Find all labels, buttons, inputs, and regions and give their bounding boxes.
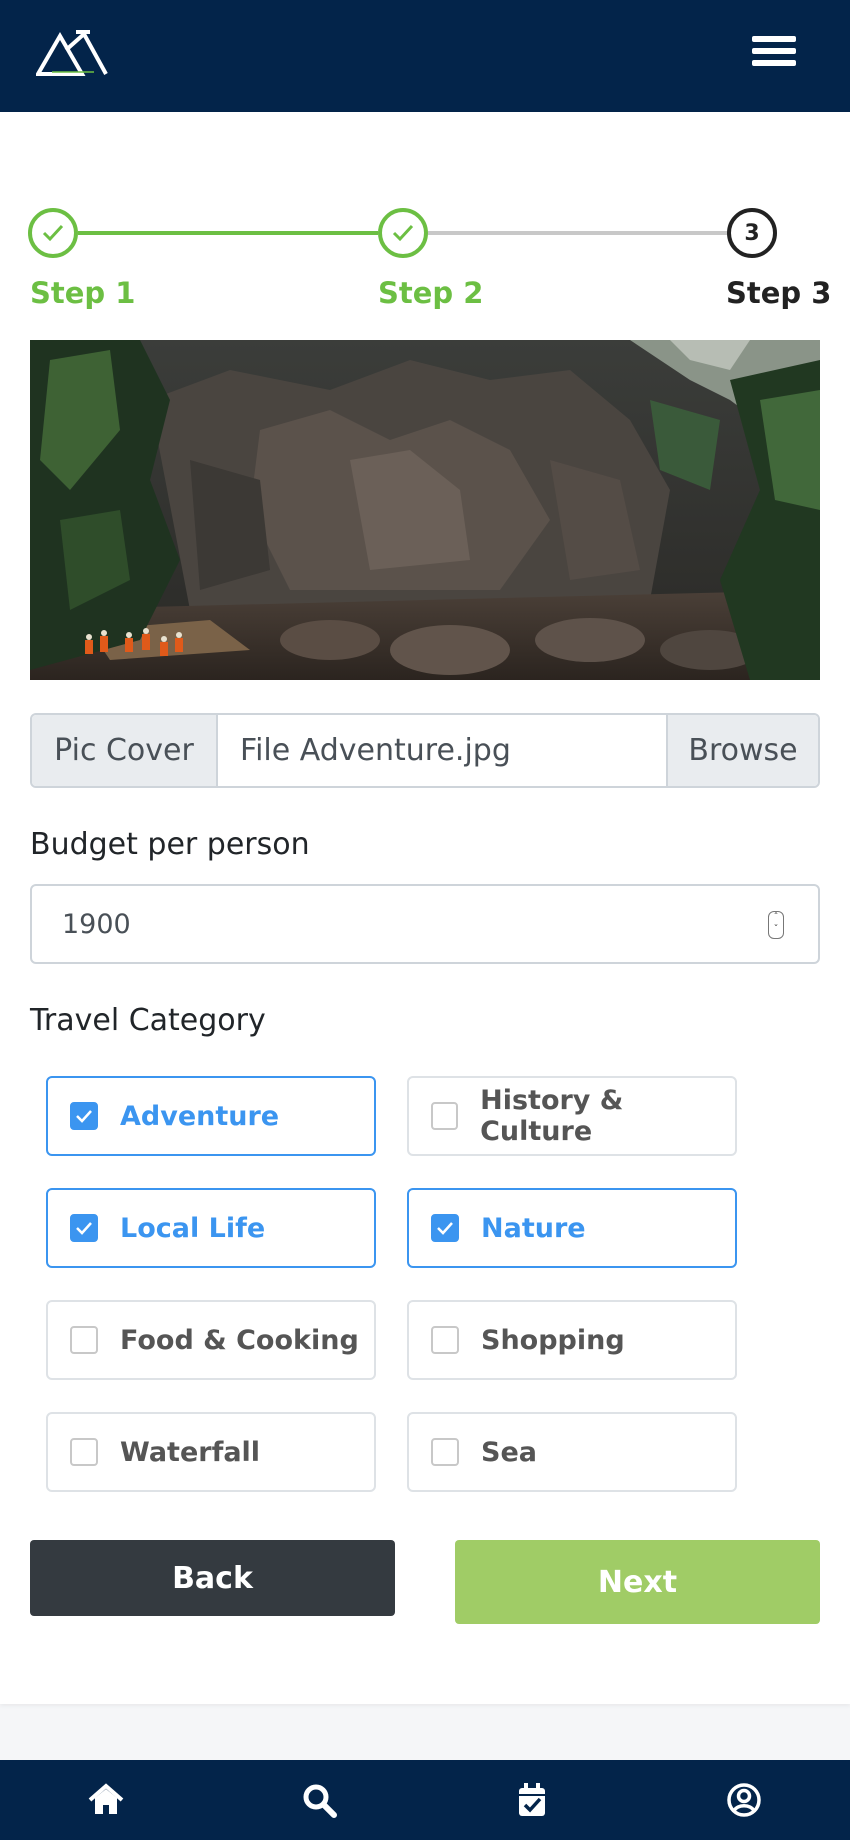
category-shopping[interactable]: Shopping	[407, 1300, 737, 1380]
category-label: History & Culture	[480, 1085, 624, 1147]
checkbox-unchecked-icon[interactable]	[431, 1438, 459, 1466]
cover-file-label: Pic Cover	[32, 715, 218, 786]
category-label: Sea	[481, 1436, 537, 1468]
category-nature[interactable]: Nature	[407, 1188, 737, 1268]
logo-icon[interactable]	[36, 30, 108, 78]
category-label: Nature	[481, 1212, 586, 1244]
checkbox-unchecked-icon[interactable]	[431, 1326, 459, 1354]
checkbox-checked-icon[interactable]	[70, 1102, 98, 1130]
category-label: Adventure	[120, 1100, 280, 1132]
category-history-culture[interactable]: History & Culture	[407, 1076, 737, 1156]
category-label: Food & Cooking	[120, 1324, 359, 1356]
top-header	[0, 0, 850, 112]
number-spinner-icon[interactable]: ˆˇ	[768, 911, 784, 939]
back-button[interactable]: Back	[30, 1540, 395, 1616]
checkbox-checked-icon[interactable]	[431, 1214, 459, 1242]
checkbox-unchecked-icon[interactable]	[431, 1102, 459, 1130]
cover-file-field[interactable]: File Adventure.jpg	[218, 715, 666, 786]
travel-category-label: Travel Category	[30, 1003, 266, 1038]
category-sea[interactable]: Sea	[407, 1412, 737, 1492]
calendar-check-icon[interactable]	[512, 1780, 552, 1820]
step-connector-complete	[78, 231, 378, 235]
category-label: Waterfall	[120, 1436, 261, 1468]
category-waterfall[interactable]: Waterfall	[46, 1412, 376, 1492]
step-2-check-icon	[378, 208, 428, 258]
next-button[interactable]: Next	[455, 1540, 820, 1624]
step-2-label: Step 2	[378, 276, 484, 310]
browse-button[interactable]: Browse	[666, 715, 818, 786]
budget-label: Budget per person	[30, 827, 310, 862]
bottom-nav	[0, 1760, 850, 1840]
step-3-indicator: 3	[727, 208, 777, 258]
category-local-life[interactable]: Local Life	[46, 1188, 376, 1268]
hamburger-menu-icon[interactable]	[752, 36, 796, 76]
cover-image	[30, 340, 820, 680]
search-icon[interactable]	[299, 1780, 339, 1820]
home-icon[interactable]	[86, 1780, 126, 1820]
checkbox-unchecked-icon[interactable]	[70, 1326, 98, 1354]
category-label: Local Life	[120, 1212, 266, 1244]
checkbox-unchecked-icon[interactable]	[70, 1438, 98, 1466]
checkbox-checked-icon[interactable]	[70, 1214, 98, 1242]
category-food-cooking[interactable]: Food & Cooking	[46, 1300, 376, 1380]
cover-file-input-group: Pic Cover File Adventure.jpg Browse	[30, 713, 820, 788]
user-circle-icon[interactable]	[724, 1780, 764, 1820]
step-connector-pending	[428, 231, 728, 235]
step-3-number: 3	[744, 220, 760, 246]
category-label: Shopping	[481, 1324, 625, 1356]
step-3-label: Step 3	[726, 276, 832, 310]
budget-input[interactable]: 1900 ˆˇ	[30, 884, 820, 964]
budget-value: 1900	[62, 908, 131, 940]
step-1-check-icon	[28, 208, 78, 258]
category-adventure[interactable]: Adventure	[46, 1076, 376, 1156]
step-1-label: Step 1	[30, 276, 136, 310]
